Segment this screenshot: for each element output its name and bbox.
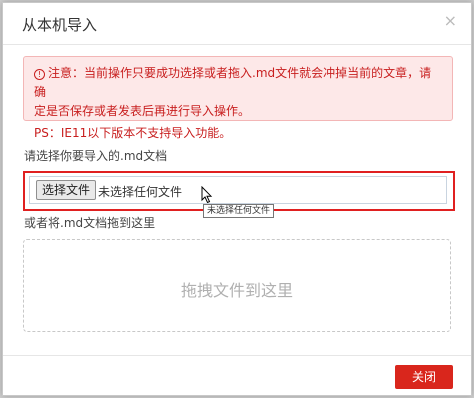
alert-text-2: 定是否保存或者发表后再进行导入操作。 bbox=[34, 104, 251, 118]
dialog-header: 从本机导入 × bbox=[3, 3, 471, 45]
drag-label: 或者将.md文档拖到这里 bbox=[24, 216, 156, 230]
footer-divider bbox=[3, 355, 471, 356]
file-input[interactable]: 选择文件 未选择任何文件 bbox=[29, 176, 447, 204]
alert-line-1: ! 注意：当前操作只要成功选择或者拖入.md文件就会冲掉当前的文章，请确 bbox=[34, 64, 442, 102]
warning-info-icon: ! bbox=[34, 69, 45, 80]
file-status-text: 未选择任何文件 bbox=[98, 185, 183, 199]
close-button[interactable]: 关闭 bbox=[395, 365, 453, 389]
alert-text-1: 注意：当前操作只要成功选择或者拖入.md文件就会冲掉当前的文章，请确 bbox=[34, 66, 432, 99]
alert-ps-note: PS：IE11以下版本不支持导入功能。 bbox=[34, 126, 232, 140]
close-icon[interactable]: × bbox=[444, 13, 457, 29]
dialog-title: 从本机导入 bbox=[22, 16, 98, 34]
file-tooltip: 未选择任何文件 bbox=[203, 204, 275, 218]
file-select-label: 请选择你要导入的.md文档 bbox=[24, 149, 168, 163]
drop-zone-text: 拖拽文件到这里 bbox=[180, 281, 293, 300]
warning-alert: ! 注意：当前操作只要成功选择或者拖入.md文件就会冲掉当前的文章，请确 定是否保… bbox=[23, 56, 453, 140]
import-dialog: 从本机导入 × ! 注意：当前操作只要成功选择或者拖入.md文件就会冲掉当前的文章… bbox=[2, 2, 472, 396]
mouse-cursor-icon bbox=[201, 186, 213, 204]
drop-zone[interactable]: 拖拽文件到这里 bbox=[23, 239, 451, 332]
choose-file-button[interactable]: 选择文件 bbox=[36, 180, 97, 200]
